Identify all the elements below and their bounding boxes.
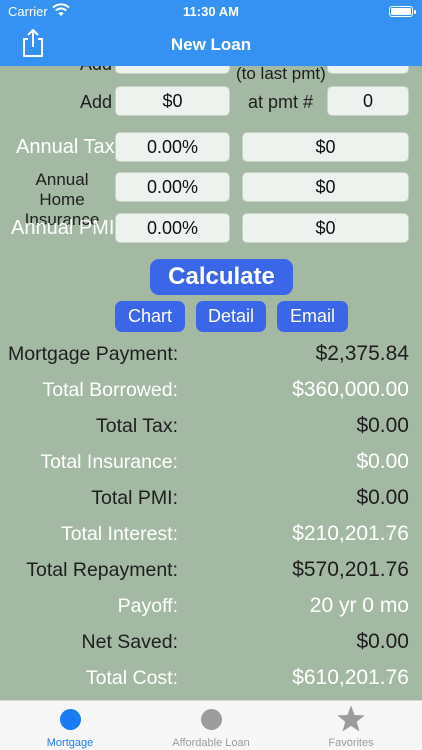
result-label-total-cost: Total Cost: [85, 667, 178, 689]
result-value-total-insurance: $0.00 [356, 450, 409, 473]
result-label-net-saved: Net Saved: [81, 631, 178, 653]
circle-icon [201, 709, 222, 730]
result-value-total-pmi: $0.00 [356, 486, 409, 509]
annual-pmi-percent-field[interactable]: 0.00% [115, 213, 230, 243]
navigation-bar: New Loan [0, 24, 422, 66]
tab-affordable-loan[interactable]: Affordable Loan [141, 701, 281, 750]
loan-form-content[interactable]: Add $0 (to last pmt) 0 Add $0 at pmt # 0… [0, 66, 422, 700]
result-value-total-tax: $0.00 [356, 414, 409, 437]
result-value-payoff: 20 yr 0 mo [309, 594, 409, 617]
result-label-total-pmi: Total PMI: [91, 487, 178, 509]
result-label-mortgage-payment: Mortgage Payment: [8, 343, 179, 365]
tab-mortgage[interactable]: Mortgage [0, 701, 140, 750]
at-pmt-field[interactable]: 0 [327, 86, 409, 116]
annual-pmi-amount-field[interactable]: $0 [242, 213, 409, 243]
detail-button[interactable]: Detail [196, 301, 266, 332]
tab-mortgage-label: Mortgage [46, 737, 94, 749]
add-partial-right-field[interactable]: 0 [327, 66, 409, 74]
result-value-total-borrowed: $360,000.00 [292, 378, 409, 401]
add-partial-field[interactable]: $0 [115, 66, 230, 74]
add-label: Add [80, 92, 113, 112]
result-label-total-tax: Total Tax: [95, 415, 178, 437]
circle-icon [60, 709, 81, 730]
annual-tax-amount-field[interactable]: $0 [242, 132, 409, 162]
tab-affordable-loan-label: Affordable Loan [172, 737, 250, 749]
result-label-total-interest: Total Interest: [60, 523, 178, 545]
result-value-net-saved: $0.00 [356, 630, 409, 653]
star-icon [337, 705, 365, 732]
tab-favorites[interactable]: Favorites [281, 701, 421, 750]
status-bar: Carrier 11:30 AM [0, 0, 422, 24]
annual-pmi-label: Annual PMI [11, 217, 115, 239]
result-value-total-cost: $610,201.76 [292, 666, 409, 689]
result-value-total-repayment: $570,201.76 [292, 558, 409, 581]
result-label-total-repayment: Total Repayment: [26, 559, 178, 581]
annual-tax-percent-field[interactable]: 0.00% [115, 132, 230, 162]
result-label-total-borrowed: Total Borrowed: [42, 379, 178, 401]
annual-tax-label: Annual Tax [16, 136, 115, 158]
annual-insurance-percent-field[interactable]: 0.00% [115, 172, 230, 202]
calculate-button[interactable]: Calculate [150, 259, 293, 295]
at-pmt-label: at pmt # [248, 92, 314, 112]
to-last-pmt-note: (to last pmt) [236, 66, 326, 83]
page-title: New Loan [170, 35, 252, 54]
add-partial-label: Add [80, 66, 112, 75]
battery-icon [389, 6, 416, 17]
result-label-payoff: Payoff: [117, 595, 178, 617]
tab-bar: Mortgage Affordable Loan Favorites [0, 700, 422, 750]
clock: 11:30 AM [183, 4, 239, 19]
annual-insurance-amount-field[interactable]: $0 [242, 172, 409, 202]
chart-button[interactable]: Chart [115, 301, 185, 332]
result-label-total-insurance: Total Insurance: [40, 451, 178, 473]
email-button[interactable]: Email [277, 301, 348, 332]
tab-favorites-label: Favorites [328, 737, 374, 749]
add-amount-field[interactable]: $0 [115, 86, 230, 116]
result-value-total-interest: $210,201.76 [292, 522, 409, 545]
result-value-mortgage-payment: $2,375.84 [315, 342, 409, 365]
